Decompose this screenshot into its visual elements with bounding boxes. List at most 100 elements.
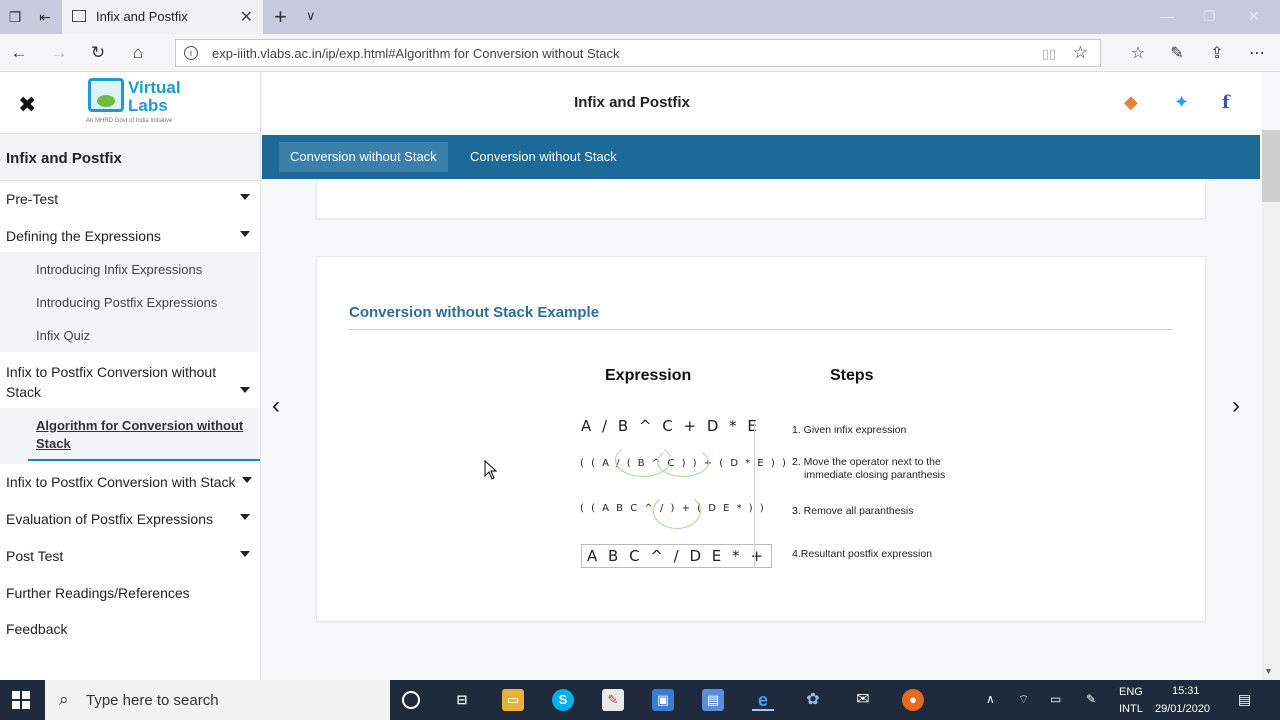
reading-view-icon[interactable]: ▯▯ bbox=[1042, 46, 1056, 62]
tab-conversion-without-stack-2[interactable]: Conversion without Stack bbox=[459, 142, 628, 172]
sidebar: ✖ Virtual Labs An MHRD Govt of India Ini… bbox=[0, 72, 261, 680]
browser-tab[interactable]: Infix and Postfix ✕ bbox=[62, 0, 264, 34]
step-2: 2. Move the operator next to the bbox=[792, 456, 941, 468]
favorites-icon[interactable]: ☆ bbox=[1127, 43, 1149, 63]
search-placeholder[interactable]: Type here to search bbox=[86, 692, 219, 709]
sidebar-item-label: Feedback bbox=[6, 621, 68, 637]
windows-start-icon[interactable] bbox=[12, 691, 30, 709]
minimize-icon[interactable]: — bbox=[1160, 8, 1174, 24]
postfix-expression: A B C ^ / D E * + bbox=[581, 544, 772, 568]
url-text[interactable]: exp-iiith.vlabs.ac.in/ip/exp.html#Algori… bbox=[212, 46, 620, 61]
file-explorer-icon[interactable]: ▭ bbox=[502, 689, 524, 711]
logo-text-labs: Labs bbox=[128, 96, 168, 115]
tab-conversion-without-stack-1[interactable]: Conversion without Stack bbox=[279, 142, 448, 172]
sidebar-subitem-algorithm-active[interactable]: Algorithm for Conversion without Stack bbox=[28, 417, 260, 461]
gitlab-icon[interactable]: ◆ bbox=[1124, 92, 1138, 113]
chevron-down-icon[interactable]: ∨ bbox=[306, 8, 316, 24]
next-arrow-icon[interactable]: › bbox=[1232, 392, 1240, 420]
twitter-icon[interactable]: ✦ bbox=[1174, 92, 1189, 113]
virtual-labs-logo[interactable]: Virtual Labs An MHRD Govt of India Initi… bbox=[86, 76, 186, 128]
main-content: Conversion without Stack Example Express… bbox=[262, 179, 1260, 680]
sidebar-item-evaluation[interactable]: Evaluation of Postfix Expressions bbox=[0, 509, 260, 529]
pen-icon[interactable]: ✎ bbox=[1166, 43, 1188, 63]
caret-down-icon[interactable] bbox=[240, 514, 250, 520]
sidebar-subitem-infix-expressions[interactable]: Introducing Infix Expressions bbox=[0, 261, 260, 279]
close-sidebar-icon[interactable]: ✖ bbox=[18, 92, 36, 118]
store-icon[interactable]: ▣ bbox=[652, 689, 674, 711]
battery-icon[interactable]: ▭ bbox=[1050, 692, 1061, 706]
new-tab-icon[interactable]: + bbox=[274, 4, 287, 30]
language-primary[interactable]: ENG bbox=[1119, 686, 1143, 698]
info-icon[interactable]: i bbox=[184, 46, 198, 60]
caret-down-icon[interactable] bbox=[240, 231, 250, 237]
refresh-icon[interactable]: ↻ bbox=[87, 43, 109, 63]
sidebar-item-conversion-without-stack[interactable]: Infix to Postfix Conversion without Stac… bbox=[0, 362, 260, 402]
sidebar-title: Infix and Postfix bbox=[0, 133, 260, 181]
tab-actions-icon[interactable]: ❐ bbox=[6, 8, 24, 26]
search-icon: ⌕ bbox=[59, 690, 69, 709]
sidebar-subitem-infix-quiz[interactable]: Infix Quiz bbox=[0, 327, 260, 345]
notifications-icon[interactable]: ▤ bbox=[1238, 691, 1251, 708]
sidebar-item-conversion-with-stack[interactable]: Infix to Postfix Conversion with Stack bbox=[0, 472, 260, 492]
forward-icon[interactable]: → bbox=[48, 43, 70, 63]
sidebar-item-label: Evaluation of Postfix Expressions bbox=[6, 511, 213, 527]
divider bbox=[349, 329, 1173, 330]
scroll-down-icon[interactable]: ▼ bbox=[1264, 666, 1273, 676]
close-tab-icon[interactable]: ✕ bbox=[240, 7, 253, 27]
facebook-icon[interactable]: f bbox=[1222, 92, 1230, 113]
step-1: 1. Given infix expression bbox=[792, 424, 907, 436]
chevron-up-icon[interactable]: ∧ bbox=[986, 692, 995, 706]
content-tab-bar: Conversion without Stack Conversion with… bbox=[262, 135, 1260, 179]
cortana-icon[interactable] bbox=[402, 691, 420, 709]
caret-down-icon[interactable] bbox=[240, 194, 250, 200]
step-2-continued: immediate closing paranthesis bbox=[804, 469, 946, 481]
sidebar-item-post-test[interactable]: Post Test bbox=[0, 546, 260, 566]
clock-time[interactable]: 15:31 bbox=[1172, 685, 1200, 697]
sidebar-subgroup-defining: Introducing Infix Expressions Introducin… bbox=[0, 252, 260, 352]
scrollbar-track[interactable] bbox=[1262, 130, 1280, 680]
move-arc bbox=[653, 493, 701, 529]
pen-workspace-icon[interactable]: ✎ bbox=[1086, 692, 1096, 706]
logo-text-virtual: Virtual bbox=[128, 78, 181, 97]
task-view-icon[interactable]: ⊟ bbox=[451, 689, 473, 711]
clock-date[interactable]: 29/01/2020 bbox=[1155, 703, 1210, 715]
back-icon[interactable]: ← bbox=[8, 43, 30, 63]
mouse-cursor bbox=[484, 459, 498, 480]
share-icon[interactable]: ⇪ bbox=[1206, 43, 1228, 63]
maximize-icon[interactable]: ❐ bbox=[1203, 8, 1216, 25]
language-secondary[interactable]: INTL bbox=[1119, 703, 1143, 715]
set-aside-tabs-icon[interactable]: ⇤ bbox=[36, 8, 54, 26]
sidebar-item-defining-expressions[interactable]: Defining the Expressions bbox=[0, 226, 260, 246]
sidebar-item-pre-test[interactable]: Pre-Test bbox=[0, 189, 260, 209]
caret-down-icon[interactable] bbox=[242, 477, 252, 483]
paint-icon[interactable]: ✎ bbox=[602, 689, 624, 711]
prev-arrow-icon[interactable]: ‹ bbox=[272, 392, 280, 420]
sidebar-item-further-readings[interactable]: Further Readings/References bbox=[0, 583, 260, 603]
caret-down-icon[interactable] bbox=[240, 551, 250, 557]
skype-icon[interactable]: S bbox=[552, 689, 574, 711]
sidebar-item-feedback[interactable]: Feedback bbox=[0, 619, 260, 639]
caret-down-icon[interactable] bbox=[240, 387, 250, 393]
favorite-star-icon[interactable]: ☆ bbox=[1073, 43, 1088, 63]
scrollbar-thumb[interactable] bbox=[1262, 130, 1280, 202]
step-4: 4.Resultant postfix expression bbox=[792, 548, 933, 560]
step-3: 3. Remove all paranthesis bbox=[792, 505, 914, 517]
sidebar-item-label: Infix to Postfix Conversion with Stack bbox=[6, 474, 236, 490]
address-bar: ← → ↻ ⌂ i exp-iiith.vlabs.ac.in/ip/exp.h… bbox=[0, 34, 1280, 72]
firefox-icon[interactable]: ● bbox=[902, 689, 924, 711]
url-input[interactable]: i exp-iiith.vlabs.ac.in/ip/exp.html#Algo… bbox=[175, 39, 1101, 67]
example-card: Conversion without Stack Example Express… bbox=[316, 256, 1206, 622]
paint-palette-icon[interactable]: ✿ bbox=[802, 689, 824, 711]
mail-icon[interactable]: ✉ bbox=[852, 689, 874, 711]
sidebar-item-label: Post Test bbox=[6, 548, 64, 564]
remote-desktop-icon[interactable]: ▤ bbox=[702, 689, 724, 711]
close-window-icon[interactable]: ✕ bbox=[1248, 8, 1260, 25]
sidebar-subitem-postfix-expressions[interactable]: Introducing Postfix Expressions bbox=[0, 294, 260, 312]
wifi-icon[interactable]: ⌔ bbox=[1018, 692, 1029, 707]
home-icon[interactable]: ⌂ bbox=[127, 43, 149, 63]
page-title: Infix and Postfix bbox=[574, 94, 690, 111]
page-icon bbox=[72, 10, 86, 22]
edge-icon[interactable]: e bbox=[752, 689, 774, 711]
taskbar-search[interactable]: ⌕ Type here to search bbox=[45, 680, 390, 720]
more-icon[interactable]: ⋯ bbox=[1246, 43, 1268, 63]
